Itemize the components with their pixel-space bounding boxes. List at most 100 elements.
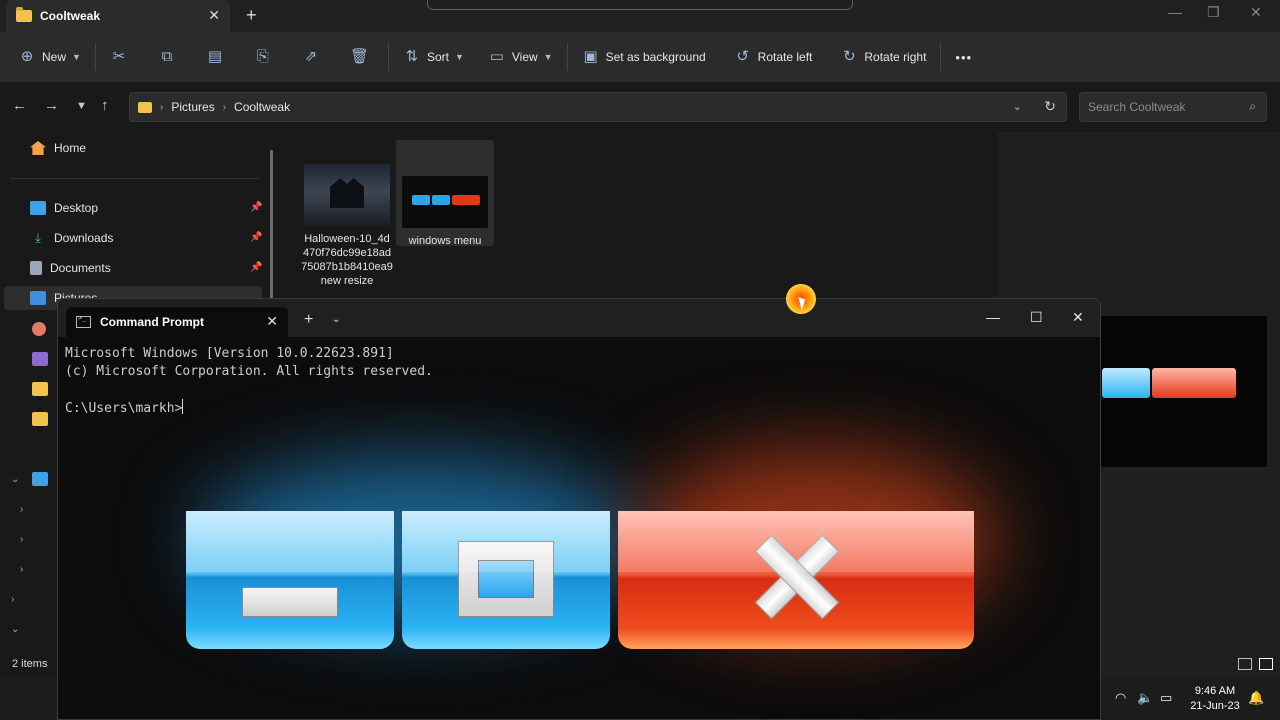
file-name-line: 75087b1b8410ea9 <box>301 261 393 273</box>
new-button-label: New <box>42 50 67 64</box>
details-view-icon[interactable] <box>1238 658 1252 670</box>
rename-button[interactable]: ⎘ <box>246 41 286 73</box>
close-tab-icon[interactable]: ✕ <box>208 7 220 24</box>
large-icons-view-icon[interactable] <box>1259 658 1273 670</box>
sidebar-scrollbar[interactable] <box>270 150 273 300</box>
share-button[interactable]: ⇗ <box>294 41 334 73</box>
breadcrumb-chevron-icon: › <box>160 101 164 113</box>
chevron-down-icon[interactable]: ⌄ <box>1013 100 1022 113</box>
breadcrumb-pictures[interactable]: Pictures <box>171 100 214 114</box>
wallpaper-icon: ▣ <box>583 48 598 65</box>
trash-icon: 🗑 <box>349 48 369 65</box>
search-input[interactable] <box>1080 93 1230 121</box>
terminal-prompt: C:\Users\markh> <box>65 401 183 416</box>
close-x-icon <box>755 533 839 617</box>
file-name-line: 470f76dc99e18ad <box>302 247 392 259</box>
wifi-icon[interactable]: ◠ <box>1115 690 1126 706</box>
scissors-icon: ✂ <box>112 48 126 65</box>
forward-icon[interactable]: → <box>44 97 59 114</box>
sidebar-item-downloads[interactable]: ⤓ Downloads <box>30 226 113 250</box>
sidebar-item-documents[interactable]: Documents <box>30 256 111 280</box>
tray-date: 21-Jun-23 <box>1190 700 1240 712</box>
thumb-close-mark <box>452 195 480 205</box>
paste-button[interactable]: ▤ <box>198 41 238 73</box>
cmd-titlebar: Command Prompt ✕ + ⌄ — ☐ ✕ <box>58 299 1100 337</box>
close-window-icon[interactable]: ✕ <box>1250 4 1262 21</box>
back-icon[interactable]: ← <box>12 97 27 114</box>
chevron-down-icon[interactable]: ⌄ <box>11 624 19 635</box>
folder-icon <box>138 101 152 113</box>
copy-button[interactable]: ⧉ <box>150 41 190 73</box>
sidebar-item-label: Downloads <box>54 231 114 245</box>
thumb-max-mark <box>432 195 450 205</box>
file-name: windows menu <box>408 235 482 247</box>
address-bar[interactable]: › Pictures › Cooltweak ⌄ ↻ <box>129 92 1067 122</box>
rotate-left-button[interactable]: ↺ Rotate left <box>726 41 821 73</box>
search-box[interactable]: ⌕ <box>1079 92 1267 122</box>
battery-icon[interactable]: ▭ <box>1160 690 1172 706</box>
minimize-icon[interactable]: — <box>986 309 1000 325</box>
toolbar-divider <box>940 43 942 71</box>
new-tab-icon[interactable]: + <box>304 311 313 329</box>
chevron-down-icon[interactable]: ⌄ <box>11 474 19 485</box>
cut-button[interactable]: ✂ <box>102 41 142 73</box>
folder-icon <box>32 412 48 426</box>
terminal-output[interactable]: Microsoft Windows [Version 10.0.22623.89… <box>65 345 433 418</box>
chevron-right-icon[interactable]: › <box>20 534 23 545</box>
recent-locations-icon[interactable]: ▼ <box>76 100 87 112</box>
new-button[interactable]: ⊕ New ▼ <box>10 41 89 73</box>
rotate-right-button[interactable]: ↻ Rotate right <box>832 41 934 73</box>
command-prompt-window[interactable]: Command Prompt ✕ + ⌄ — ☐ ✕ Microsoft Win… <box>57 298 1101 720</box>
cmd-tab[interactable]: Command Prompt ✕ <box>66 307 288 337</box>
breadcrumb-cooltweak[interactable]: Cooltweak <box>234 100 290 114</box>
set-as-background-button[interactable]: ▣ Set as background <box>574 41 714 73</box>
tray-clock[interactable]: 9:46 AM 21-Jun-23 <box>1190 684 1240 714</box>
search-icon: ⌕ <box>1249 99 1256 113</box>
pin-icon[interactable]: 📌 <box>250 202 262 213</box>
volume-icon[interactable]: 🔈 <box>1137 690 1153 706</box>
top-search-box[interactable] <box>427 0 853 10</box>
maximize-icon[interactable]: ☐ <box>1030 309 1043 326</box>
sort-button-label: Sort <box>426 50 449 64</box>
up-icon[interactable]: ↑ <box>101 97 109 114</box>
sidebar-item-home[interactable]: Home <box>30 136 86 160</box>
pin-icon[interactable]: 📌 <box>250 232 262 243</box>
file-thumbnail <box>402 176 488 228</box>
pin-icon[interactable]: 📌 <box>250 262 262 273</box>
more-options-button[interactable]: ••• <box>947 41 980 73</box>
clipboard-icon: ▤ <box>207 48 223 65</box>
copy-icon: ⧉ <box>161 48 173 65</box>
file-name-line: Halloween-10_4d <box>304 233 390 245</box>
preview-close-mark <box>1152 368 1236 398</box>
refresh-icon[interactable]: ↻ <box>1044 98 1056 115</box>
rotate-right-label: Rotate right <box>864 50 927 64</box>
minimize-icon[interactable]: — <box>1168 4 1182 20</box>
toolbar-divider <box>566 43 568 71</box>
delete-button[interactable]: 🗑 <box>342 41 382 73</box>
maximize-box-icon <box>458 541 554 617</box>
sort-button[interactable]: ⇅ Sort ▼ <box>395 41 472 73</box>
sidebar-item-label: Home <box>54 141 87 155</box>
chevron-down-icon[interactable]: ⌄ <box>332 314 340 325</box>
close-tab-icon[interactable]: ✕ <box>266 313 278 330</box>
tray-time: 9:46 AM <box>1194 685 1236 697</box>
videos-icon <box>32 352 48 366</box>
terminal-line: Microsoft Windows [Version 10.0.22623.89… <box>65 346 394 361</box>
file-item-windows-menu[interactable]: windows menu <box>396 140 494 247</box>
chevron-right-icon[interactable]: › <box>11 594 14 605</box>
close-window-icon[interactable]: ✕ <box>1072 309 1084 326</box>
chevron-right-icon[interactable]: › <box>20 504 23 515</box>
notifications-icon[interactable]: 🔔 <box>1248 690 1264 706</box>
file-item-halloween[interactable]: Halloween-10_4d 470f76dc99e18ad 75087b1b… <box>298 140 396 288</box>
preview-image <box>1100 316 1267 467</box>
chevron-right-icon[interactable]: › <box>20 564 23 575</box>
chevron-down-icon: ▼ <box>454 52 464 62</box>
folder-icon <box>32 382 48 396</box>
document-icon <box>30 261 42 275</box>
view-button[interactable]: ▭ View ▼ <box>480 41 561 73</box>
explorer-tab[interactable]: Cooltweak ✕ <box>6 0 230 32</box>
folder-icon <box>16 7 32 22</box>
restore-icon[interactable]: ❐ <box>1207 4 1220 21</box>
new-tab-icon[interactable]: + <box>246 5 257 26</box>
sidebar-item-desktop[interactable]: Desktop <box>30 196 98 220</box>
